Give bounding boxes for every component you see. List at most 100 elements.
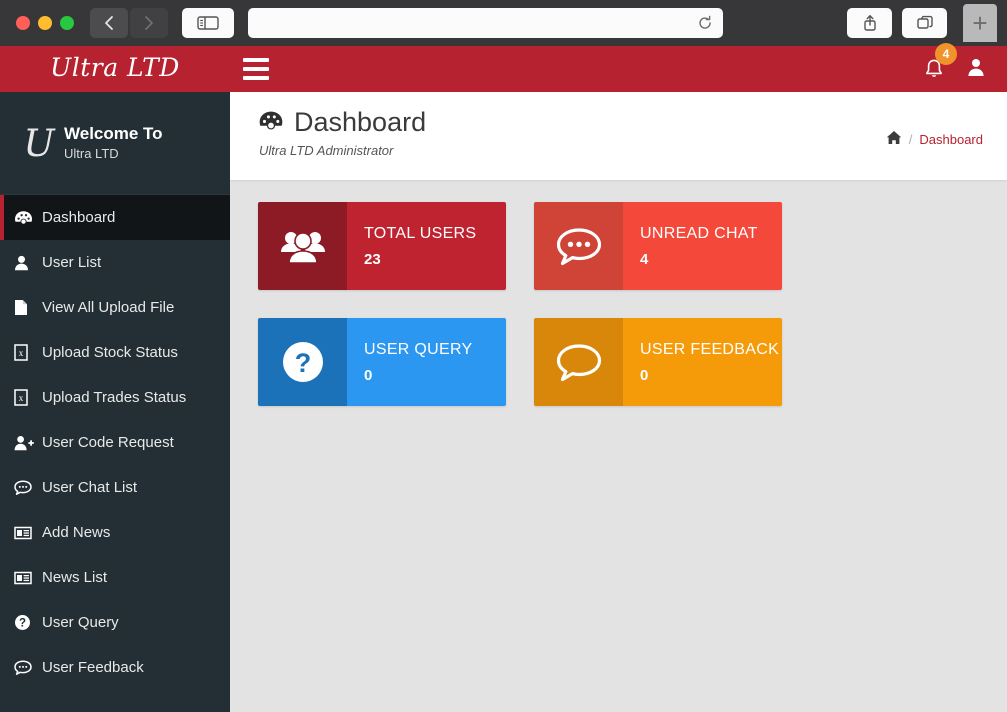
back-button[interactable] <box>90 8 128 38</box>
sidebar-item-user-query[interactable]: ? User Query <box>0 600 230 645</box>
user-icon <box>14 255 42 271</box>
sidebar-item-add-news[interactable]: Add News <box>0 510 230 555</box>
main-content: Dashboard Ultra LTD Administrator / Dash… <box>230 92 1007 712</box>
window-controls <box>16 16 74 30</box>
tab-overview-button[interactable] <box>902 8 947 38</box>
chat-bubble-icon <box>14 480 42 495</box>
share-button[interactable] <box>847 8 892 38</box>
sidebar-item-user-feedback[interactable]: User Feedback <box>0 645 230 690</box>
hamburger-icon[interactable] <box>243 58 269 80</box>
sidebar-item-label: Dashboard <box>42 209 116 226</box>
sidebar-welcome: U Welcome To Ultra LTD <box>0 92 230 195</box>
stat-card-title: USER FEEDBACK <box>640 340 780 358</box>
tab-overview-icon <box>916 15 933 29</box>
stat-card-value: 0 <box>640 366 649 384</box>
stat-card-user-feedback[interactable]: USER FEEDBACK 0 <box>534 318 782 406</box>
url-input[interactable] <box>258 7 697 39</box>
navbar-actions: 4 <box>923 43 1007 83</box>
hamburger-bar <box>243 67 269 71</box>
home-icon[interactable] <box>886 130 902 148</box>
file-icon <box>14 299 42 316</box>
newspaper-icon <box>14 571 42 585</box>
browser-tools: + <box>847 4 999 42</box>
breadcrumb: / Dashboard <box>886 108 983 148</box>
user-plus-icon <box>14 435 42 451</box>
page-subtitle: Ultra LTD Administrator <box>259 142 394 158</box>
svg-text:?: ? <box>19 618 26 630</box>
sidebar-item-news-list[interactable]: News List <box>0 555 230 600</box>
page-title: Dashboard <box>294 107 427 137</box>
stat-card-value: 0 <box>364 366 373 384</box>
welcome-title: Welcome To <box>64 124 163 144</box>
chat-dots-icon <box>534 202 623 290</box>
user-menu-button[interactable] <box>965 56 987 83</box>
new-tab-button[interactable]: + <box>963 4 997 42</box>
stat-card-title: TOTAL USERS <box>364 224 477 242</box>
notification-badge: 4 <box>935 43 957 65</box>
sidebar-item-dashboard[interactable]: Dashboard <box>0 195 230 240</box>
new-tab-label: + <box>972 8 988 38</box>
dashboard-icon <box>258 110 284 135</box>
forward-button[interactable] <box>130 8 168 38</box>
feedback-bubble-icon <box>14 660 42 675</box>
page-header: Dashboard Ultra LTD Administrator / Dash… <box>230 92 1007 180</box>
stat-card-total-users[interactable]: TOTAL USERS 23 <box>258 202 506 290</box>
sidebar-toggle-button[interactable] <box>182 8 234 38</box>
svg-text:?: ? <box>294 348 311 378</box>
reload-icon <box>699 15 711 29</box>
sidebar-item-view-all-upload-file[interactable]: View All Upload File <box>0 285 230 330</box>
sidebar-item-label: View All Upload File <box>42 299 175 316</box>
stat-card-value: 4 <box>640 250 649 268</box>
navigation-buttons <box>90 8 168 38</box>
speech-bubble-icon <box>534 318 623 406</box>
breadcrumb-separator: / <box>908 131 913 147</box>
reload-button[interactable] <box>697 15 713 31</box>
dashboard-icon <box>14 210 42 225</box>
sidebar-toggle-icon <box>197 16 219 30</box>
users-group-icon <box>258 202 347 290</box>
share-icon <box>863 15 876 31</box>
forward-chevron-icon <box>145 16 153 30</box>
app-screen: + Ultra LTD 4 U Welcome To Ultra LTD Das… <box>0 0 1007 712</box>
sidebar-item-label: Add News <box>42 524 111 541</box>
excel-file-icon: x <box>14 344 42 361</box>
maximize-window-button[interactable] <box>60 16 74 30</box>
sidebar-item-user-code-request[interactable]: User Code Request <box>0 420 230 465</box>
sidebar-item-label: User List <box>42 254 102 271</box>
close-window-button[interactable] <box>16 16 30 30</box>
sidebar-item-label: Upload Stock Status <box>42 344 178 361</box>
svg-text:x: x <box>19 393 24 403</box>
address-bar[interactable] <box>248 7 723 39</box>
sidebar-item-user-list[interactable]: User List <box>0 240 230 285</box>
back-chevron-icon <box>105 16 113 30</box>
user-avatar-icon <box>968 58 984 76</box>
excel-file-icon: x <box>14 389 42 406</box>
stat-card-unread-chat[interactable]: UNREAD CHAT 4 <box>534 202 782 290</box>
sidebar-item-user-chat-list[interactable]: User Chat List <box>0 465 230 510</box>
minimize-window-button[interactable] <box>38 16 52 30</box>
breadcrumb-current[interactable]: Dashboard <box>919 132 983 147</box>
newspaper-icon <box>14 526 42 540</box>
stat-card-title: UNREAD CHAT <box>640 224 758 242</box>
question-circle-icon: ? <box>258 318 347 406</box>
svg-text:x: x <box>19 348 24 358</box>
sidebar-item-label: News List <box>42 569 108 586</box>
stat-card-title: USER QUERY <box>364 340 473 358</box>
brand-logo[interactable]: Ultra LTD <box>0 55 230 83</box>
stat-card-value: 23 <box>364 250 381 268</box>
sidebar-item-upload-trades-status[interactable]: x Upload Trades Status <box>0 375 230 420</box>
sidebar-item-label: User Feedback <box>42 659 144 676</box>
sidebar-item-label: Upload Trades Status <box>42 389 187 406</box>
app-navbar: Ultra LTD 4 <box>0 43 1007 92</box>
sidebar-logo: U <box>23 121 55 165</box>
notifications-button[interactable]: 4 <box>923 43 957 81</box>
sidebar-item-label: User Code Request <box>42 434 174 451</box>
stat-card-user-query[interactable]: ? USER QUERY 0 <box>258 318 506 406</box>
sidebar-item-upload-stock-status[interactable]: x Upload Stock Status <box>0 330 230 375</box>
browser-toolbar: + <box>0 0 1007 46</box>
sidebar-item-label: User Chat List <box>42 479 138 496</box>
hamburger-bar <box>243 76 269 80</box>
sidebar: U Welcome To Ultra LTD Dashboard User Li… <box>0 92 230 712</box>
sidebar-menu: Dashboard User List View All Upload File… <box>0 195 230 690</box>
hamburger-bar <box>243 58 269 62</box>
